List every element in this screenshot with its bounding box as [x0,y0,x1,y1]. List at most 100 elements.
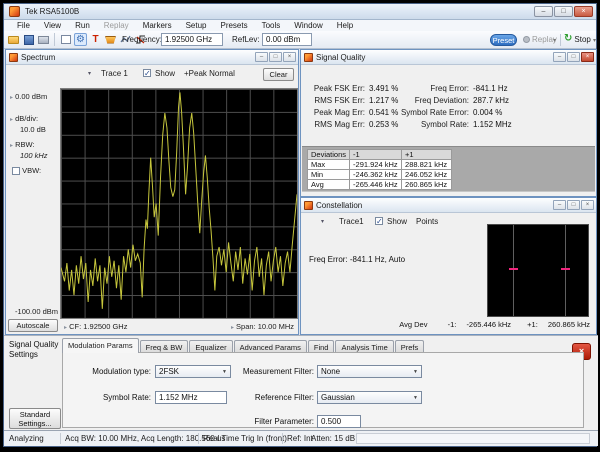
menu-view[interactable]: View [37,21,68,30]
window-title: Tek RSA5100B [25,7,79,16]
clear-button[interactable]: Clear [263,68,294,81]
menu-window[interactable]: Window [287,21,329,30]
constellation-panel: Constellation – □ × ▾ Trace1 ✓ Show Poin… [300,197,597,335]
const-trace-selector[interactable]: Trace1 [339,217,364,226]
status-bar: Analyzing Acq BW: 10.00 MHz, Acq Length:… [4,430,598,446]
chevron-down-icon: ▼ [413,369,418,375]
spectrum-show-checkbox[interactable]: ✓ [143,69,151,77]
points-selector[interactable]: Points [416,217,438,226]
preset-button[interactable]: Preset [490,34,517,46]
app-window: Tek RSA5100B – □ × File View Run Replay … [3,3,597,447]
menu-run[interactable]: Run [68,21,97,30]
symbol-rate-value: 1.152 MHz [473,120,512,129]
menu-bar: File View Run Replay Markers Setup Prese… [4,20,596,31]
reflev-input[interactable]: 0.00 dBm [262,33,312,46]
modulation-type-dropdown[interactable]: 2FSK▼ [155,365,231,378]
constellation-title-bar: Constellation – □ × [301,198,596,213]
stop-button[interactable]: ↻ Stop [564,34,591,44]
top-dbm-label[interactable]: ▸ 0.00 dBm [10,92,47,101]
settings-panel: Signal Quality Settings Modulation Param… [4,335,598,430]
filter-parameter-label: Filter Parameter: [228,417,314,426]
standard-settings-button[interactable]: Standard Settings... [9,408,61,429]
span-control[interactable]: ▸ Span: 10.00 MHz [231,322,294,331]
open-file-icon[interactable] [7,33,20,46]
settings-gear-icon[interactable]: ⚙ [74,33,87,46]
chevron-down-icon: ▼ [413,395,418,401]
menu-help[interactable]: Help [330,21,360,30]
center-frequency-control[interactable]: ▸ CF: 1.92500 GHz [64,322,127,331]
maximize-button[interactable]: □ [554,6,573,17]
reference-filter-label: Reference Filter: [228,393,314,402]
const-restore-button[interactable]: □ [567,200,580,210]
window-layout-icon[interactable] [59,33,72,46]
symbol-marker [509,268,518,270]
menu-tools[interactable]: Tools [255,21,288,30]
menu-markers[interactable]: Markers [136,21,179,30]
trace-dropdown-icon[interactable]: ▾ [88,70,91,77]
stop-dropdown-arrow-icon[interactable]: ▾ [593,37,596,44]
tab-modulation-params[interactable]: Modulation Params [62,338,139,353]
chevron-down-icon: ▼ [222,369,227,375]
vbw-row: VBW: [12,166,41,175]
const-show-checkbox[interactable]: ✓ [375,217,383,225]
status-trigger: Trig In (front) [241,434,287,443]
symbol-rate-error-value: 0.004 % [473,108,502,117]
print-icon[interactable] [37,33,50,46]
sq-close-button[interactable]: × [581,52,594,62]
frequency-label: Frequency: [122,35,162,44]
spectrum-close-button[interactable]: × [283,52,296,62]
spectrum-title-bar: Spectrum – □ × [6,50,298,65]
frequency-input[interactable]: 1.92500 GHz [161,33,223,46]
constellation-panel-icon [304,201,313,210]
const-freq-error-text: Freq Error: -841.1 Hz, Auto [309,255,405,264]
constellation-title: Constellation [316,201,362,210]
const-trace-dropdown-icon[interactable]: ▾ [321,218,324,225]
table-row: Min -246.362 kHz 246.052 kHz [308,170,452,180]
autoscale-button[interactable]: Autoscale [8,319,58,332]
status-acq: Acq BW: 10.00 MHz, Acq Length: 180.560 u… [65,434,225,443]
table-row: Avg -265.446 kHz 260.865 kHz [308,180,452,190]
avg-dev-readout: Avg Dev -1: -265.446 kHz +1: 260.865 kHz [391,320,590,329]
text-marker-icon[interactable]: T [89,33,102,46]
status-empty-field [356,433,590,444]
spectrum-restore-button[interactable]: □ [269,52,282,62]
deviations-area: Deviations -1 +1 Max -291.924 kHz 288.82… [302,146,595,192]
minimize-button[interactable]: – [534,6,553,17]
measurement-filter-dropdown[interactable]: None▼ [317,365,422,378]
menu-replay[interactable]: Replay [97,21,136,30]
status-mode: Real Time [203,434,239,443]
vbw-checkbox[interactable] [12,167,20,175]
bottom-dbm-label[interactable]: -100.00 dBm [6,307,58,316]
rbw-value[interactable]: 100 kHz [20,151,48,160]
spectrum-panel: Spectrum – □ × ▾ Trace 1 ✓ Show +Peak No… [5,49,299,335]
measurements-left: Peak FSK Err:3.491 % RMS FSK Err:1.217 %… [305,84,398,132]
symbol-rate-input[interactable]: 1.152 MHz [155,391,227,404]
filter-parameter-input[interactable]: 0.500 [317,415,361,428]
spectrum-trace-selector[interactable]: Trace 1 [101,69,128,78]
settings-tabs: Modulation Params Freq & BW Equalizer Ad… [62,338,425,353]
signal-quality-panel: Signal Quality – □ × Peak FSK Err:3.491 … [300,49,597,197]
display-icon[interactable] [104,33,117,46]
const-close-button[interactable]: × [581,200,594,210]
replay-button[interactable]: Replay [523,35,557,44]
sq-minimize-button[interactable]: – [553,52,566,62]
spectrum-minimize-button[interactable]: – [255,52,268,62]
spectrum-plot[interactable] [60,88,298,319]
const-minimize-button[interactable]: – [553,200,566,210]
signal-quality-panel-icon [304,53,313,62]
signal-quality-title-bar: Signal Quality – □ × [301,50,596,65]
save-icon[interactable] [22,33,35,46]
spectrum-trace-mode[interactable]: +Peak Normal [184,69,235,78]
spectrum-trace [61,89,297,318]
reference-filter-dropdown[interactable]: Gaussian▼ [317,391,422,404]
replay-dropdown-arrow-icon[interactable]: ▾ [553,37,556,44]
db-div-value[interactable]: 10.0 dB [20,125,46,134]
toolbar: ⚙ T Frequency: 1.92500 GHz RefLev: 0.00 … [4,31,596,49]
menu-presets[interactable]: Presets [213,21,254,30]
close-button[interactable]: × [574,6,593,17]
menu-file[interactable]: File [10,21,37,30]
menu-setup[interactable]: Setup [179,21,214,30]
status-atten: Atten: 15 dB [311,434,355,443]
sq-restore-button[interactable]: □ [567,52,580,62]
spectrum-panel-icon [9,53,18,62]
